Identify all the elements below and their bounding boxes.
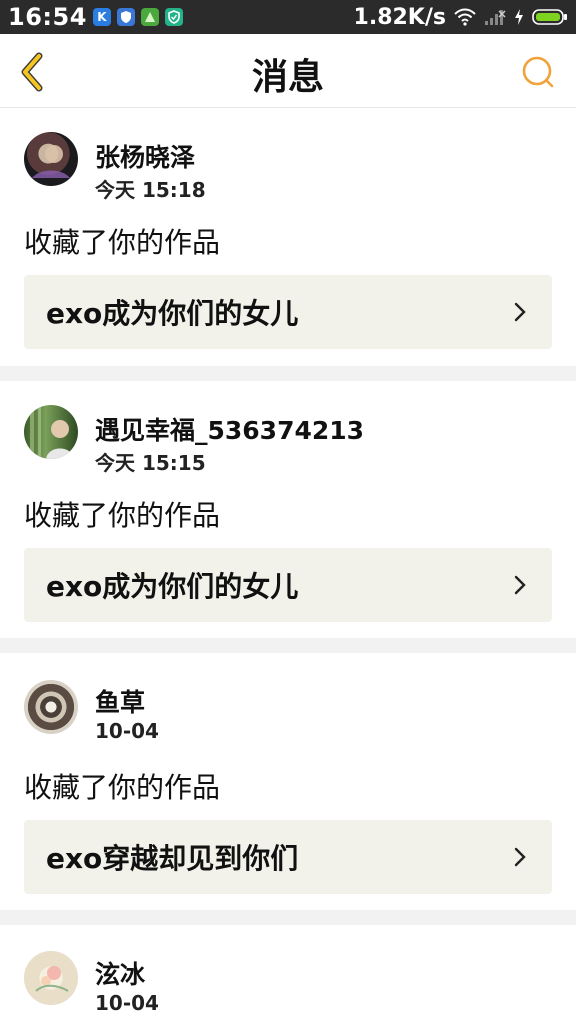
- network-speed: 1.82K/s: [353, 4, 446, 30]
- avatar[interactable]: [24, 951, 78, 1005]
- work-title: exo穿越却见到你们: [46, 842, 299, 875]
- k-app-icon: K: [92, 8, 111, 26]
- status-bar: 16:54 K 1.82K/s: [0, 0, 576, 34]
- message-card: 遇见幸福_536374213 今天 15:15 收藏了你的作品 exo成为你们的…: [0, 381, 576, 638]
- status-right: 1.82K/s: [354, 5, 568, 30]
- message-time: 今天 15:15: [95, 451, 206, 475]
- shield-app-icon: [116, 8, 135, 26]
- message-card: 张杨晓泽 今天 15:18 收藏了你的作品 exo成为你们的女儿: [0, 108, 576, 366]
- status-time: 16:54: [8, 3, 87, 31]
- vpn-app-icon: [164, 8, 183, 26]
- battery-icon: [532, 8, 568, 26]
- username[interactable]: 遇见幸福_536374213: [95, 411, 364, 447]
- chevron-right-icon: [500, 301, 540, 323]
- username[interactable]: 鱼草: [95, 683, 145, 719]
- username[interactable]: 张杨晓泽: [95, 138, 195, 174]
- game-app-icon: [140, 8, 159, 26]
- message-list: 张杨晓泽 今天 15:18 收藏了你的作品 exo成为你们的女儿 遇见幸福_53…: [0, 108, 576, 1024]
- message-time: 10-04: [95, 719, 159, 743]
- avatar[interactable]: [24, 405, 78, 459]
- avatar[interactable]: [24, 132, 78, 186]
- chevron-right-icon: [500, 574, 540, 596]
- action-text: 收藏了你的作品: [24, 771, 221, 804]
- search-icon: [522, 56, 554, 88]
- message-time: 今天 15:18: [95, 178, 206, 202]
- wifi-icon: [454, 8, 476, 26]
- signal-icon: [484, 8, 506, 26]
- work-link[interactable]: exo成为你们的女儿: [24, 548, 552, 622]
- work-link[interactable]: exo成为你们的女儿: [24, 275, 552, 349]
- work-title: exo成为你们的女儿: [46, 297, 299, 330]
- message-time: 10-04: [95, 991, 159, 1015]
- message-card: 鱼草 10-04 收藏了你的作品 exo穿越却见到你们: [0, 653, 576, 910]
- username[interactable]: 泫冰: [95, 955, 145, 991]
- work-link[interactable]: exo穿越却见到你们: [24, 820, 552, 894]
- page-title: 消息: [251, 57, 324, 98]
- action-text: 收藏了你的作品: [24, 226, 221, 259]
- status-left: 16:54 K: [8, 3, 183, 31]
- work-title: exo成为你们的女儿: [46, 570, 299, 603]
- avatar[interactable]: [24, 680, 78, 734]
- charging-icon: [514, 8, 524, 26]
- message-card: 泫冰 10-04: [0, 925, 576, 1024]
- title-bar: 消息: [0, 34, 576, 108]
- action-text: 收藏了你的作品: [24, 499, 221, 532]
- search-button[interactable]: [520, 54, 556, 90]
- chevron-right-icon: [500, 846, 540, 868]
